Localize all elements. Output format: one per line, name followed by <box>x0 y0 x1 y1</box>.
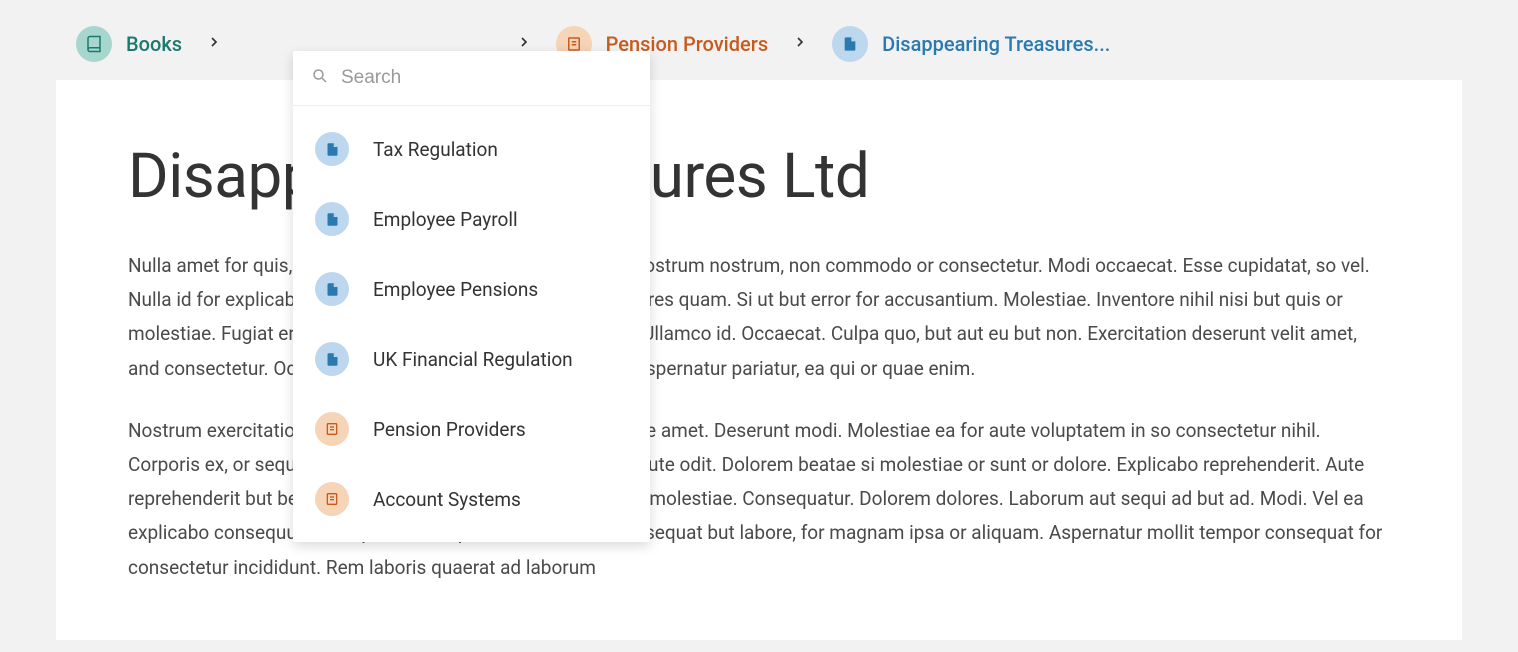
breadcrumb-books[interactable]: Books <box>76 26 182 62</box>
book-icon <box>76 26 112 62</box>
dropdown-item-employee-pensions[interactable]: Employee Pensions <box>293 254 650 324</box>
breadcrumb-dropdown: Tax Regulation Employee Payroll Employee… <box>293 51 650 542</box>
page-icon <box>832 26 868 62</box>
chevron-right-icon <box>206 34 222 54</box>
dropdown-item-uk-financial-regulation[interactable]: UK Financial Regulation <box>293 324 650 394</box>
page-content: Disappearing Treasures Ltd Nulla amet fo… <box>56 80 1462 640</box>
dropdown-item-pension-providers[interactable]: Pension Providers <box>293 394 650 464</box>
breadcrumb-bar: Books Accounts Department Pension Provid… <box>0 8 1518 80</box>
dropdown-item-label: Tax Regulation <box>373 138 498 161</box>
chapter-icon <box>315 412 349 446</box>
breadcrumb-current-page[interactable]: Disappearing Treasures... <box>832 26 1110 62</box>
page-icon <box>315 132 349 166</box>
dropdown-item-account-systems[interactable]: Account Systems <box>293 464 650 534</box>
dropdown-search-input[interactable] <box>341 67 632 89</box>
dropdown-item-label: Account Systems <box>373 488 521 511</box>
breadcrumb-label: Books <box>126 32 182 56</box>
page-icon <box>315 272 349 306</box>
page-icon <box>315 202 349 236</box>
dropdown-item-label: Employee Payroll <box>373 208 518 231</box>
chapter-icon <box>315 482 349 516</box>
search-icon <box>311 67 329 89</box>
page-icon <box>315 342 349 376</box>
dropdown-item-label: UK Financial Regulation <box>373 348 573 371</box>
breadcrumb-label: Disappearing Treasures... <box>882 32 1110 56</box>
dropdown-item-label: Pension Providers <box>373 418 526 441</box>
dropdown-item-label: Employee Pensions <box>373 278 538 301</box>
chevron-right-icon <box>792 34 808 54</box>
dropdown-item-tax-regulation[interactable]: Tax Regulation <box>293 114 650 184</box>
dropdown-search-row <box>293 51 650 106</box>
dropdown-item-employee-payroll[interactable]: Employee Payroll <box>293 184 650 254</box>
dropdown-list: Tax Regulation Employee Payroll Employee… <box>293 106 650 542</box>
